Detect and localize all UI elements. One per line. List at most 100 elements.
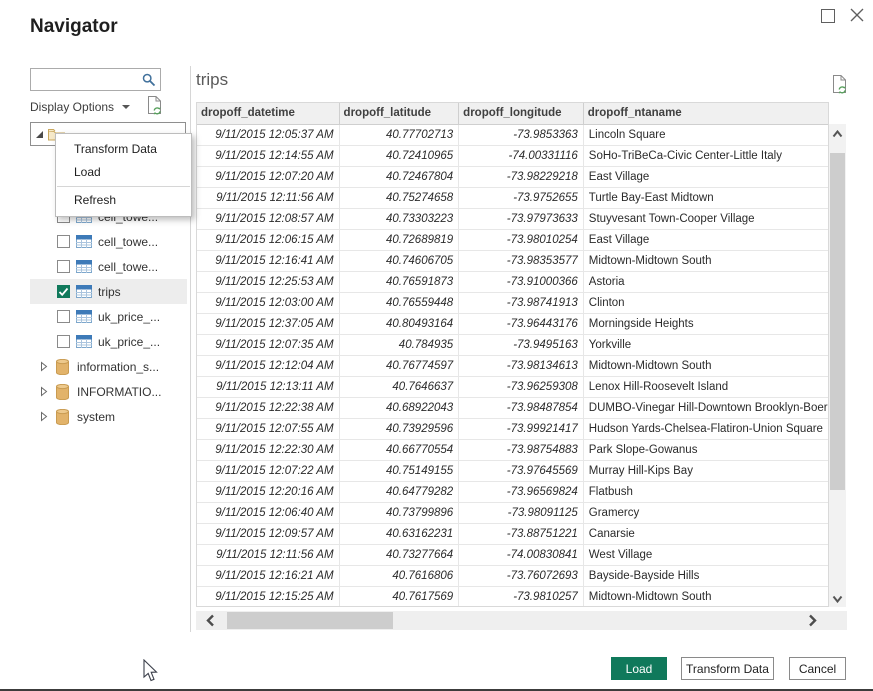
table-row: 9/11/2015 12:25:53 AM40.76591873-73.9100…	[197, 272, 828, 293]
table-checkbox[interactable]	[57, 310, 70, 323]
cell-dropoff_datetime: 9/11/2015 12:05:37 AM	[197, 125, 340, 145]
cell-dropoff_latitude: 40.7617569	[340, 587, 460, 607]
data-preview-grid: dropoff_datetime dropoff_latitude dropof…	[196, 102, 846, 607]
cell-dropoff_longitude: -73.9495163	[459, 335, 584, 355]
search-icon	[142, 73, 156, 87]
table-icon	[76, 260, 92, 273]
table-checkbox[interactable]	[57, 335, 70, 348]
grid-header-row: dropoff_datetime dropoff_latitude dropof…	[197, 103, 828, 125]
cell-dropoff_datetime: 9/11/2015 12:11:56 AM	[197, 545, 340, 565]
table-checkbox[interactable]	[57, 260, 70, 273]
cell-dropoff_longitude: -73.98134613	[459, 356, 584, 376]
cell-dropoff_datetime: 9/11/2015 12:20:16 AM	[197, 482, 340, 502]
tree-item-system[interactable]: system	[30, 404, 187, 429]
cell-dropoff_datetime: 9/11/2015 12:25:53 AM	[197, 272, 340, 292]
menu-item-transform-data[interactable]: Transform Data	[56, 138, 191, 161]
vertical-scrollbar[interactable]	[829, 124, 846, 607]
cell-dropoff_latitude: 40.7616806	[340, 566, 460, 586]
scroll-left-icon[interactable]	[206, 614, 215, 627]
vertical-scrollbar-thumb[interactable]	[830, 153, 845, 490]
menu-item-load[interactable]: Load	[56, 161, 191, 184]
collapsed-caret-icon[interactable]	[40, 411, 48, 422]
cell-dropoff_latitude: 40.68922043	[340, 398, 460, 418]
cell-dropoff_latitude: 40.63162231	[340, 524, 460, 544]
column-header[interactable]: dropoff_latitude	[340, 103, 460, 124]
refresh-preview-icon[interactable]	[146, 95, 163, 120]
cell-dropoff_longitude: -74.00331116	[459, 146, 584, 166]
database-icon	[56, 384, 69, 400]
maximize-button[interactable]	[821, 9, 835, 23]
menu-item-refresh[interactable]: Refresh	[56, 189, 191, 212]
tree-item-uk-price-1[interactable]: uk_price_...	[30, 304, 187, 329]
cell-dropoff_ntaname: East Village	[584, 167, 828, 187]
context-menu: Transform Data Load Refresh	[55, 133, 192, 217]
display-options-dropdown[interactable]: Display Options	[30, 98, 164, 116]
cell-dropoff_longitude: -73.98091125	[459, 503, 584, 523]
tree-item-label: information_s...	[77, 360, 159, 374]
column-header[interactable]: dropoff_datetime	[197, 103, 340, 124]
close-icon[interactable]	[848, 6, 866, 24]
cell-dropoff_datetime: 9/11/2015 12:14:55 AM	[197, 146, 340, 166]
tree-item-label: cell_towe...	[98, 235, 158, 249]
table-checkbox-checked[interactable]	[57, 285, 70, 298]
dialog-title: Navigator	[30, 16, 118, 38]
cancel-button[interactable]: Cancel	[789, 657, 846, 680]
load-button[interactable]: Load	[611, 657, 667, 680]
collapsed-caret-icon[interactable]	[40, 386, 48, 397]
cell-dropoff_longitude: -73.9752655	[459, 188, 584, 208]
table-row: 9/11/2015 12:22:30 AM40.66770554-73.9875…	[197, 440, 828, 461]
mouse-cursor	[143, 659, 159, 683]
cell-dropoff_datetime: 9/11/2015 12:07:55 AM	[197, 419, 340, 439]
cell-dropoff_longitude: -73.97973633	[459, 209, 584, 229]
expanded-caret-icon[interactable]	[36, 131, 43, 138]
refresh-preview-icon[interactable]	[831, 74, 848, 99]
scroll-right-icon[interactable]	[808, 614, 817, 627]
cell-dropoff_datetime: 9/11/2015 12:06:40 AM	[197, 503, 340, 523]
table-row: 9/11/2015 12:07:20 AM40.72467804-73.9822…	[197, 167, 828, 188]
column-header[interactable]: dropoff_longitude	[459, 103, 584, 124]
table-checkbox[interactable]	[57, 235, 70, 248]
cell-dropoff_datetime: 9/11/2015 12:16:21 AM	[197, 566, 340, 586]
cell-dropoff_datetime: 9/11/2015 12:13:11 AM	[197, 377, 340, 397]
column-header[interactable]: dropoff_ntaname	[584, 103, 828, 124]
cell-dropoff_latitude: 40.76559448	[340, 293, 460, 313]
scroll-up-icon[interactable]	[832, 130, 843, 138]
cell-dropoff_datetime: 9/11/2015 12:07:22 AM	[197, 461, 340, 481]
tree-item-cell-towers-2[interactable]: cell_towe...	[30, 229, 187, 254]
table-icon	[76, 285, 92, 298]
cell-dropoff_ntaname: East Village	[584, 230, 828, 250]
horizontal-scrollbar-thumb[interactable]	[227, 612, 393, 629]
tree-item-cell-towers-3[interactable]: cell_towe...	[30, 254, 187, 279]
tree-item-information-schema-upper[interactable]: INFORMATIO...	[30, 379, 187, 404]
scroll-down-icon[interactable]	[832, 595, 843, 603]
cell-dropoff_ntaname: Morningside Heights	[584, 314, 828, 334]
cell-dropoff_longitude: -73.9853363	[459, 125, 584, 145]
cell-dropoff_latitude: 40.75149155	[340, 461, 460, 481]
search-box[interactable]	[30, 68, 161, 91]
cell-dropoff_latitude: 40.784935	[340, 335, 460, 355]
tree-item-information-schema[interactable]: information_s...	[30, 354, 187, 379]
transform-data-button[interactable]: Transform Data	[681, 657, 774, 680]
cell-dropoff_ntaname: Yorkville	[584, 335, 828, 355]
database-icon	[56, 359, 69, 375]
cell-dropoff_datetime: 9/11/2015 12:07:35 AM	[197, 335, 340, 355]
tree-item-trips[interactable]: trips	[30, 279, 187, 304]
tree-item-label: trips	[98, 285, 121, 299]
table-row: 9/11/2015 12:16:41 AM40.74606705-73.9835…	[197, 251, 828, 272]
cell-dropoff_datetime: 9/11/2015 12:07:20 AM	[197, 167, 340, 187]
search-input[interactable]	[31, 71, 142, 89]
horizontal-scrollbar[interactable]	[196, 611, 847, 630]
table-row: 9/11/2015 12:16:21 AM40.7616806-73.76072…	[197, 566, 828, 587]
cell-dropoff_longitude: -73.96443176	[459, 314, 584, 334]
cell-dropoff_datetime: 9/11/2015 12:11:56 AM	[197, 188, 340, 208]
cell-dropoff_ntaname: DUMBO-Vinegar Hill-Downtown Brooklyn-Boe…	[584, 398, 828, 418]
table-row: 9/11/2015 12:22:38 AM40.68922043-73.9848…	[197, 398, 828, 419]
cell-dropoff_longitude: -73.99921417	[459, 419, 584, 439]
table-row: 9/11/2015 12:08:57 AM40.73303223-73.9797…	[197, 209, 828, 230]
collapsed-caret-icon[interactable]	[40, 361, 48, 372]
display-options-label: Display Options	[30, 100, 114, 114]
table-row: 9/11/2015 12:07:22 AM40.75149155-73.9764…	[197, 461, 828, 482]
tree-item-uk-price-2[interactable]: uk_price_...	[30, 329, 187, 354]
table-row: 9/11/2015 12:09:57 AM40.63162231-73.8875…	[197, 524, 828, 545]
navigation-tree: cell_towe... cell_towe...	[30, 204, 187, 429]
